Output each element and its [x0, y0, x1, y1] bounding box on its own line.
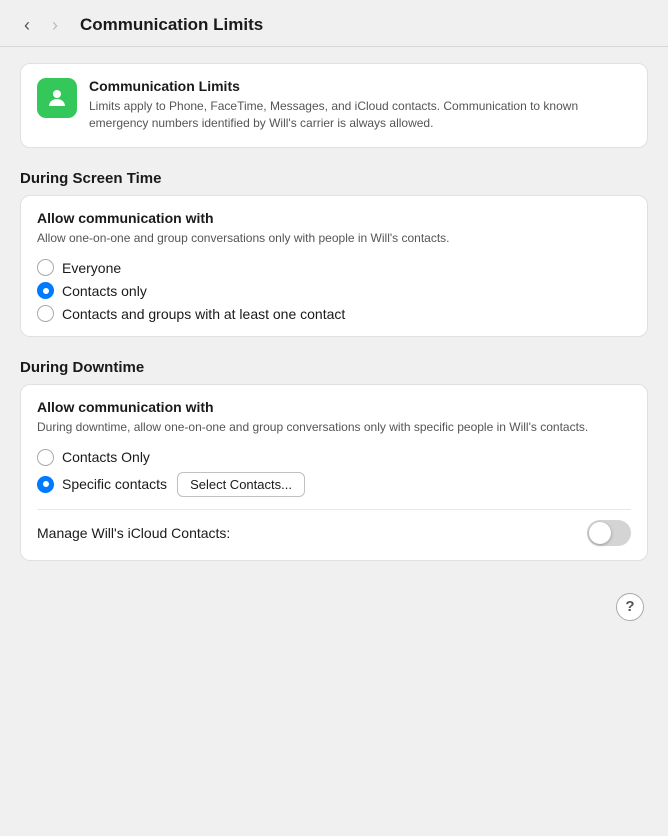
screen-time-option-everyone[interactable]: Everyone — [37, 259, 631, 276]
downtime-specific-contacts-row: Specific contacts Select Contacts... — [37, 472, 631, 497]
screen-time-heading: During Screen Time — [20, 170, 648, 187]
person-icon — [45, 86, 69, 110]
info-text-block: Communication Limits Limits apply to Pho… — [89, 78, 631, 133]
radio-everyone-label: Everyone — [62, 260, 121, 276]
manage-icloud-row: Manage Will's iCloud Contacts: — [37, 509, 631, 546]
radio-contacts-only-label: Contacts only — [62, 283, 147, 299]
info-card: Communication Limits Limits apply to Pho… — [20, 63, 648, 148]
radio-contacts-only[interactable] — [37, 282, 54, 299]
radio-specific-contacts[interactable] — [37, 476, 54, 493]
radio-downtime-contacts-only-label: Contacts Only — [62, 449, 150, 465]
page-title: Communication Limits — [80, 15, 263, 35]
forward-button[interactable]: › — [44, 14, 66, 36]
downtime-panel-desc: During downtime, allow one-on-one and gr… — [37, 419, 631, 436]
screen-time-panel-title: Allow communication with — [37, 210, 631, 226]
select-contacts-button[interactable]: Select Contacts... — [177, 472, 305, 497]
radio-contacts-groups[interactable] — [37, 305, 54, 322]
downtime-panel-title: Allow communication with — [37, 399, 631, 415]
screen-time-panel-desc: Allow one-on-one and group conversations… — [37, 230, 631, 247]
radio-everyone[interactable] — [37, 259, 54, 276]
info-card-title: Communication Limits — [89, 78, 631, 94]
downtime-option-specific-contacts[interactable]: Specific contacts — [37, 476, 167, 493]
help-area: ? — [20, 583, 648, 625]
back-button[interactable]: ‹ — [16, 14, 38, 36]
help-button[interactable]: ? — [616, 593, 644, 621]
screen-time-option-contacts-groups[interactable]: Contacts and groups with at least one co… — [37, 305, 631, 322]
screen-time-option-contacts-only[interactable]: Contacts only — [37, 282, 631, 299]
manage-icloud-toggle[interactable] — [587, 520, 631, 546]
radio-specific-contacts-label: Specific contacts — [62, 476, 167, 492]
manage-icloud-label: Manage Will's iCloud Contacts: — [37, 525, 230, 541]
main-content: Communication Limits Limits apply to Pho… — [0, 47, 668, 645]
communication-limits-icon — [37, 78, 77, 118]
downtime-option-contacts-only[interactable]: Contacts Only — [37, 449, 631, 466]
nav-bar: ‹ › Communication Limits — [0, 0, 668, 47]
downtime-panel: Allow communication with During downtime… — [20, 384, 648, 560]
info-card-desc: Limits apply to Phone, FaceTime, Message… — [89, 98, 631, 133]
toggle-knob — [589, 522, 611, 544]
downtime-heading: During Downtime — [20, 359, 648, 376]
radio-contacts-groups-label: Contacts and groups with at least one co… — [62, 306, 345, 322]
screen-time-panel: Allow communication with Allow one-on-on… — [20, 195, 648, 337]
radio-downtime-contacts-only[interactable] — [37, 449, 54, 466]
